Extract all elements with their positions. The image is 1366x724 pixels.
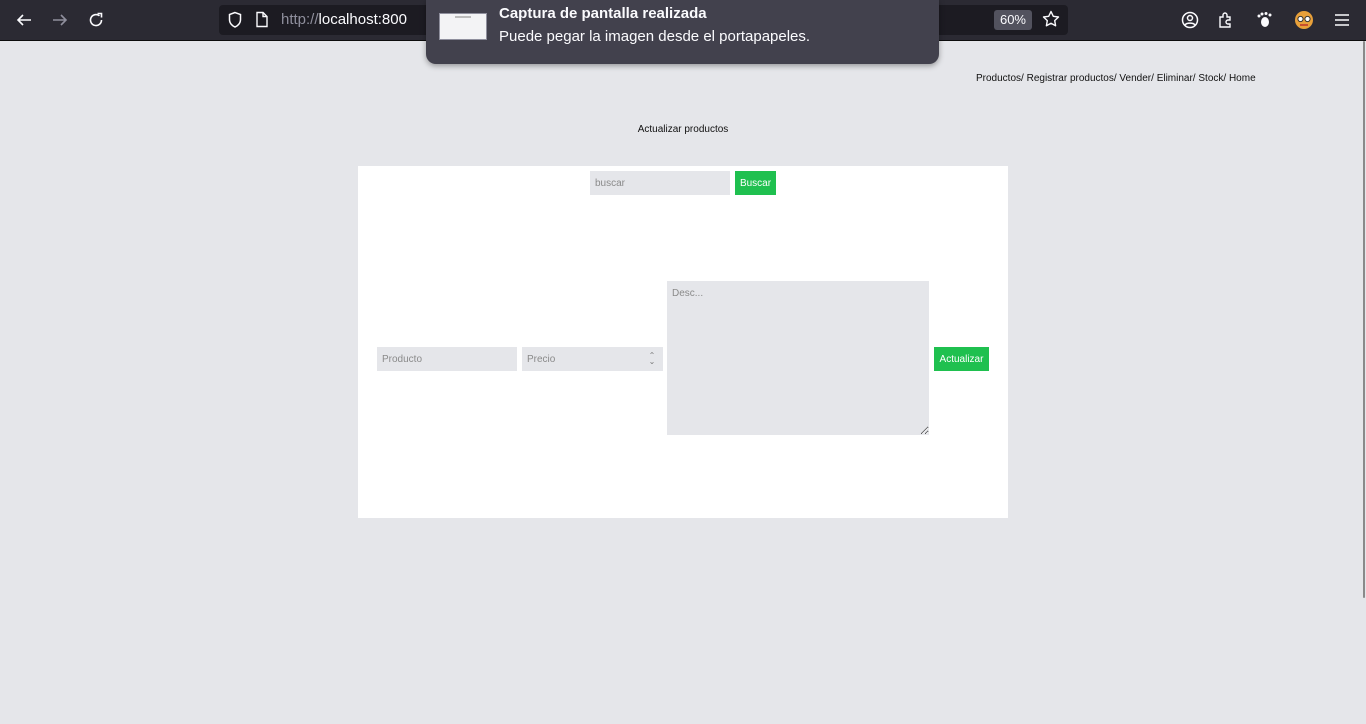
update-product-card: Buscar ⌃⌄ Actualizar — [358, 166, 1008, 518]
page-content: Productos/ Registrar productos/ Vender/ … — [0, 41, 1362, 724]
menu-icon[interactable] — [1328, 6, 1356, 34]
scrollbar-thumb[interactable] — [1363, 41, 1365, 598]
url-host: localhost:800 — [318, 11, 407, 28]
back-icon[interactable] — [10, 6, 38, 34]
page-icon[interactable] — [255, 11, 271, 29]
nav-link-vender[interactable]: Vender/ — [1119, 73, 1153, 84]
nav-link-stock[interactable]: Stock/ — [1198, 73, 1226, 84]
url-prefix: http:// — [281, 11, 319, 28]
screenshot-thumbnail — [439, 13, 487, 40]
zoom-level[interactable]: 60% — [993, 10, 1032, 30]
update-button[interactable]: Actualizar — [934, 347, 989, 371]
nav-link-registrar-productos[interactable]: Registrar productos/ — [1027, 73, 1117, 84]
notification-title: Captura de pantalla realizada — [499, 5, 707, 22]
forward-icon[interactable] — [46, 6, 74, 34]
footprint-icon[interactable] — [1250, 6, 1278, 34]
reload-icon[interactable] — [82, 6, 110, 34]
breadcrumb: Productos/ Registrar productos/ Vender/ … — [976, 73, 1256, 84]
account-icon[interactable] — [1176, 6, 1204, 34]
price-input[interactable] — [522, 347, 663, 371]
profile-avatar-icon[interactable] — [1290, 6, 1318, 34]
nav-link-home[interactable]: Home — [1229, 73, 1256, 84]
star-icon[interactable] — [1042, 10, 1062, 30]
shield-icon[interactable] — [227, 11, 245, 29]
search-button[interactable]: Buscar — [735, 171, 776, 195]
description-textarea[interactable] — [667, 281, 929, 435]
nav-link-eliminar[interactable]: Eliminar/ — [1157, 73, 1196, 84]
page-title: Actualizar productos — [637, 124, 729, 135]
url-text[interactable]: http://localhost:800 — [281, 11, 407, 28]
product-name-input[interactable] — [377, 347, 517, 371]
extensions-icon[interactable] — [1212, 6, 1240, 34]
nav-link-productos[interactable]: Productos/ — [976, 73, 1024, 84]
price-spinner-icon[interactable]: ⌃ ⌄ — [648, 352, 656, 366]
search-input[interactable] — [590, 171, 730, 195]
